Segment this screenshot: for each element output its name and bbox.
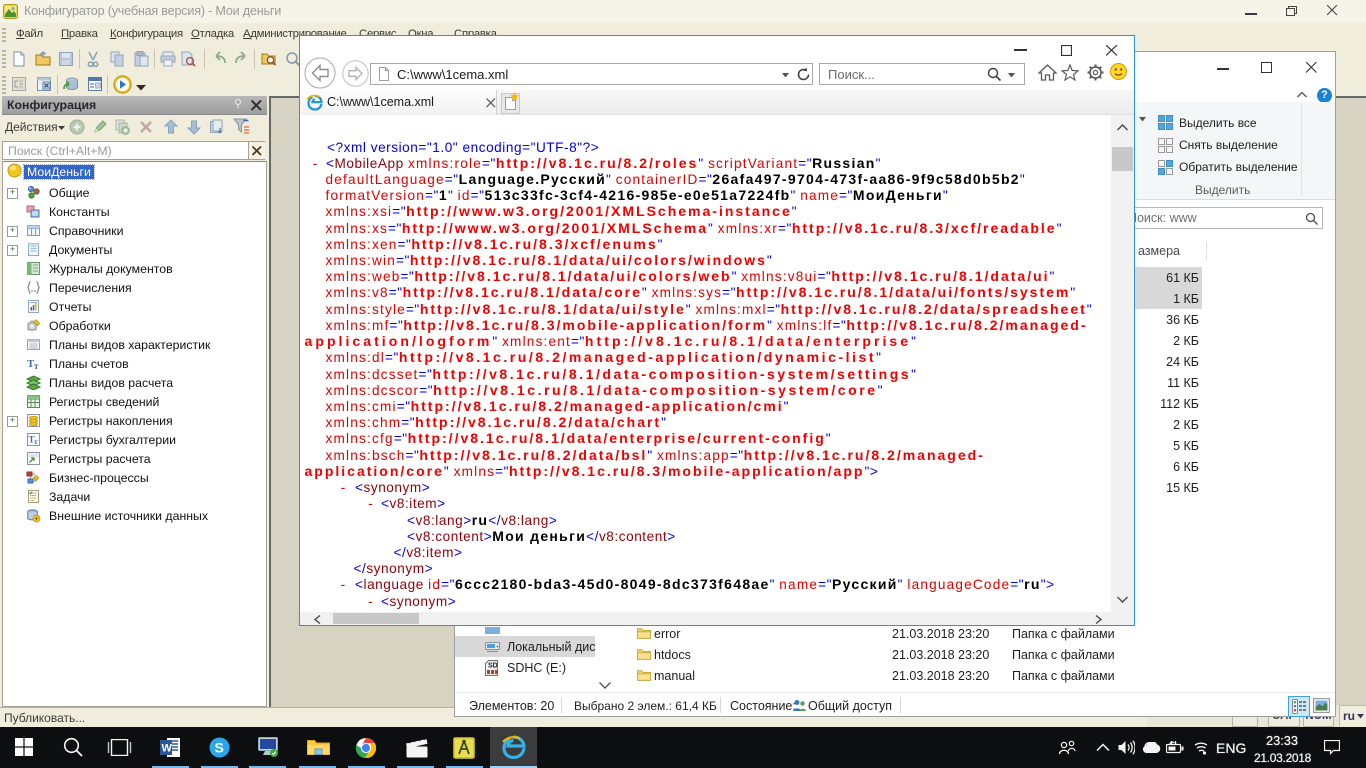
svg-text:т: т bbox=[34, 437, 38, 446]
svg-text:SD: SD bbox=[488, 663, 498, 670]
svg-text:W: W bbox=[162, 743, 173, 755]
svg-text:т: т bbox=[34, 361, 39, 371]
svg-text:S: S bbox=[215, 740, 224, 756]
